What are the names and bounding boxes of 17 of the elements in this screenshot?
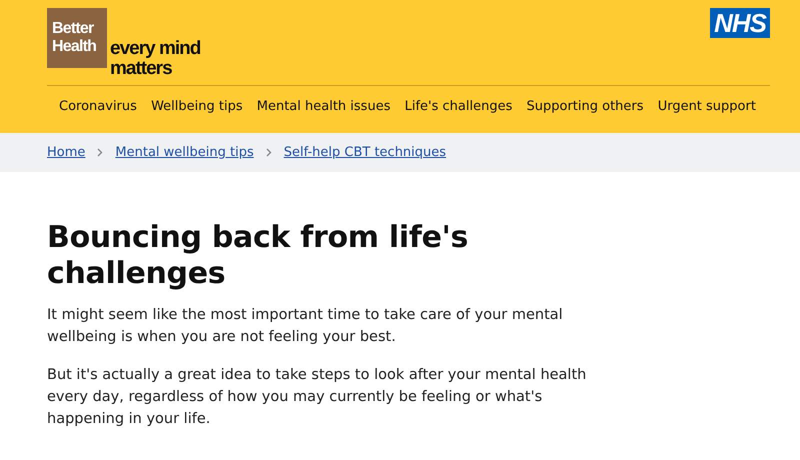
body-paragraph: But it's actually a great idea to take steps to look after your mental health every day, regardless of how you may currently be feeling or what's happening in your life. (47, 366, 587, 429)
body-paragraph: It might seem like the most important time to take care of your mental wellbeing is when you are not feeling your best. (47, 306, 564, 347)
logo-badge[interactable]: Better Health (47, 8, 107, 68)
nav-link[interactable]: Supporting others (526, 98, 644, 114)
nav-link[interactable]: Urgent support (658, 98, 756, 114)
breadcrumb-link[interactable]: Home (47, 145, 86, 160)
nav-link[interactable]: Wellbeing tips (151, 98, 243, 114)
nav-link[interactable]: Life's challenges (404, 98, 512, 114)
breadcrumb-link[interactable]: Self-help CBT techniques (284, 145, 446, 160)
nav-link[interactable]: Coronavirus (59, 98, 137, 114)
chevron-icon (97, 148, 104, 157)
logo-tagline: every mind matters (110, 39, 200, 79)
breadcrumb-link[interactable]: Mental wellbeing tips (115, 145, 254, 160)
nhs-logo[interactable]: NHS (710, 8, 770, 38)
page-heading: Bouncing back from life's challenges (47, 220, 470, 292)
nav-link[interactable]: Mental health issues (256, 98, 390, 114)
chevron-icon (266, 148, 272, 157)
